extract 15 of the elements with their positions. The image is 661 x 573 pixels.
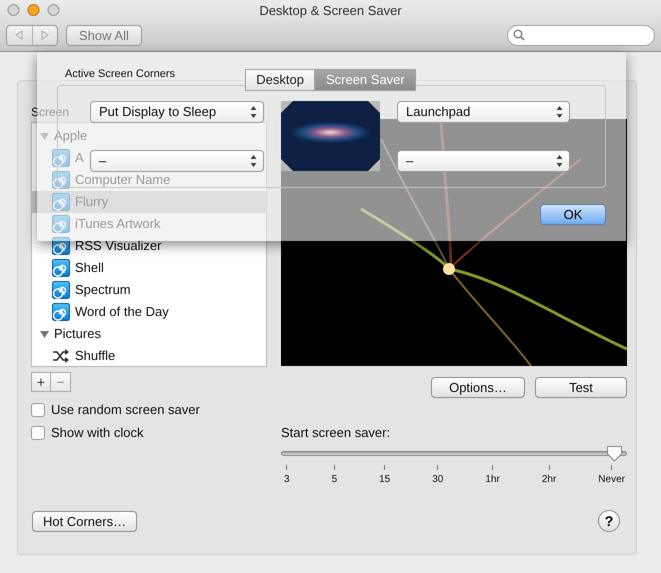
slider-label: Start screen saver: [281, 424, 392, 442]
group-label: Apple [54, 127, 88, 146]
tick-label: Never [598, 472, 625, 486]
checkbox-label: Show with clock [51, 424, 144, 442]
tick-label: 30 [432, 472, 444, 486]
sheet-title: Active Screen Corners [65, 68, 176, 80]
tick-label: 5 [332, 472, 338, 486]
window-title: Desktop & Screen Saver [259, 2, 402, 20]
tick-label: 1hr [485, 472, 500, 486]
tick-label: 2hr [542, 472, 556, 486]
list-label: Screen [31, 105, 70, 120]
checkbox-label: Use random screen saver [51, 401, 200, 420]
group-label: Pictures [54, 325, 101, 344]
tick-label: 3 [284, 472, 290, 486]
tick-label: 15 [379, 472, 390, 486]
